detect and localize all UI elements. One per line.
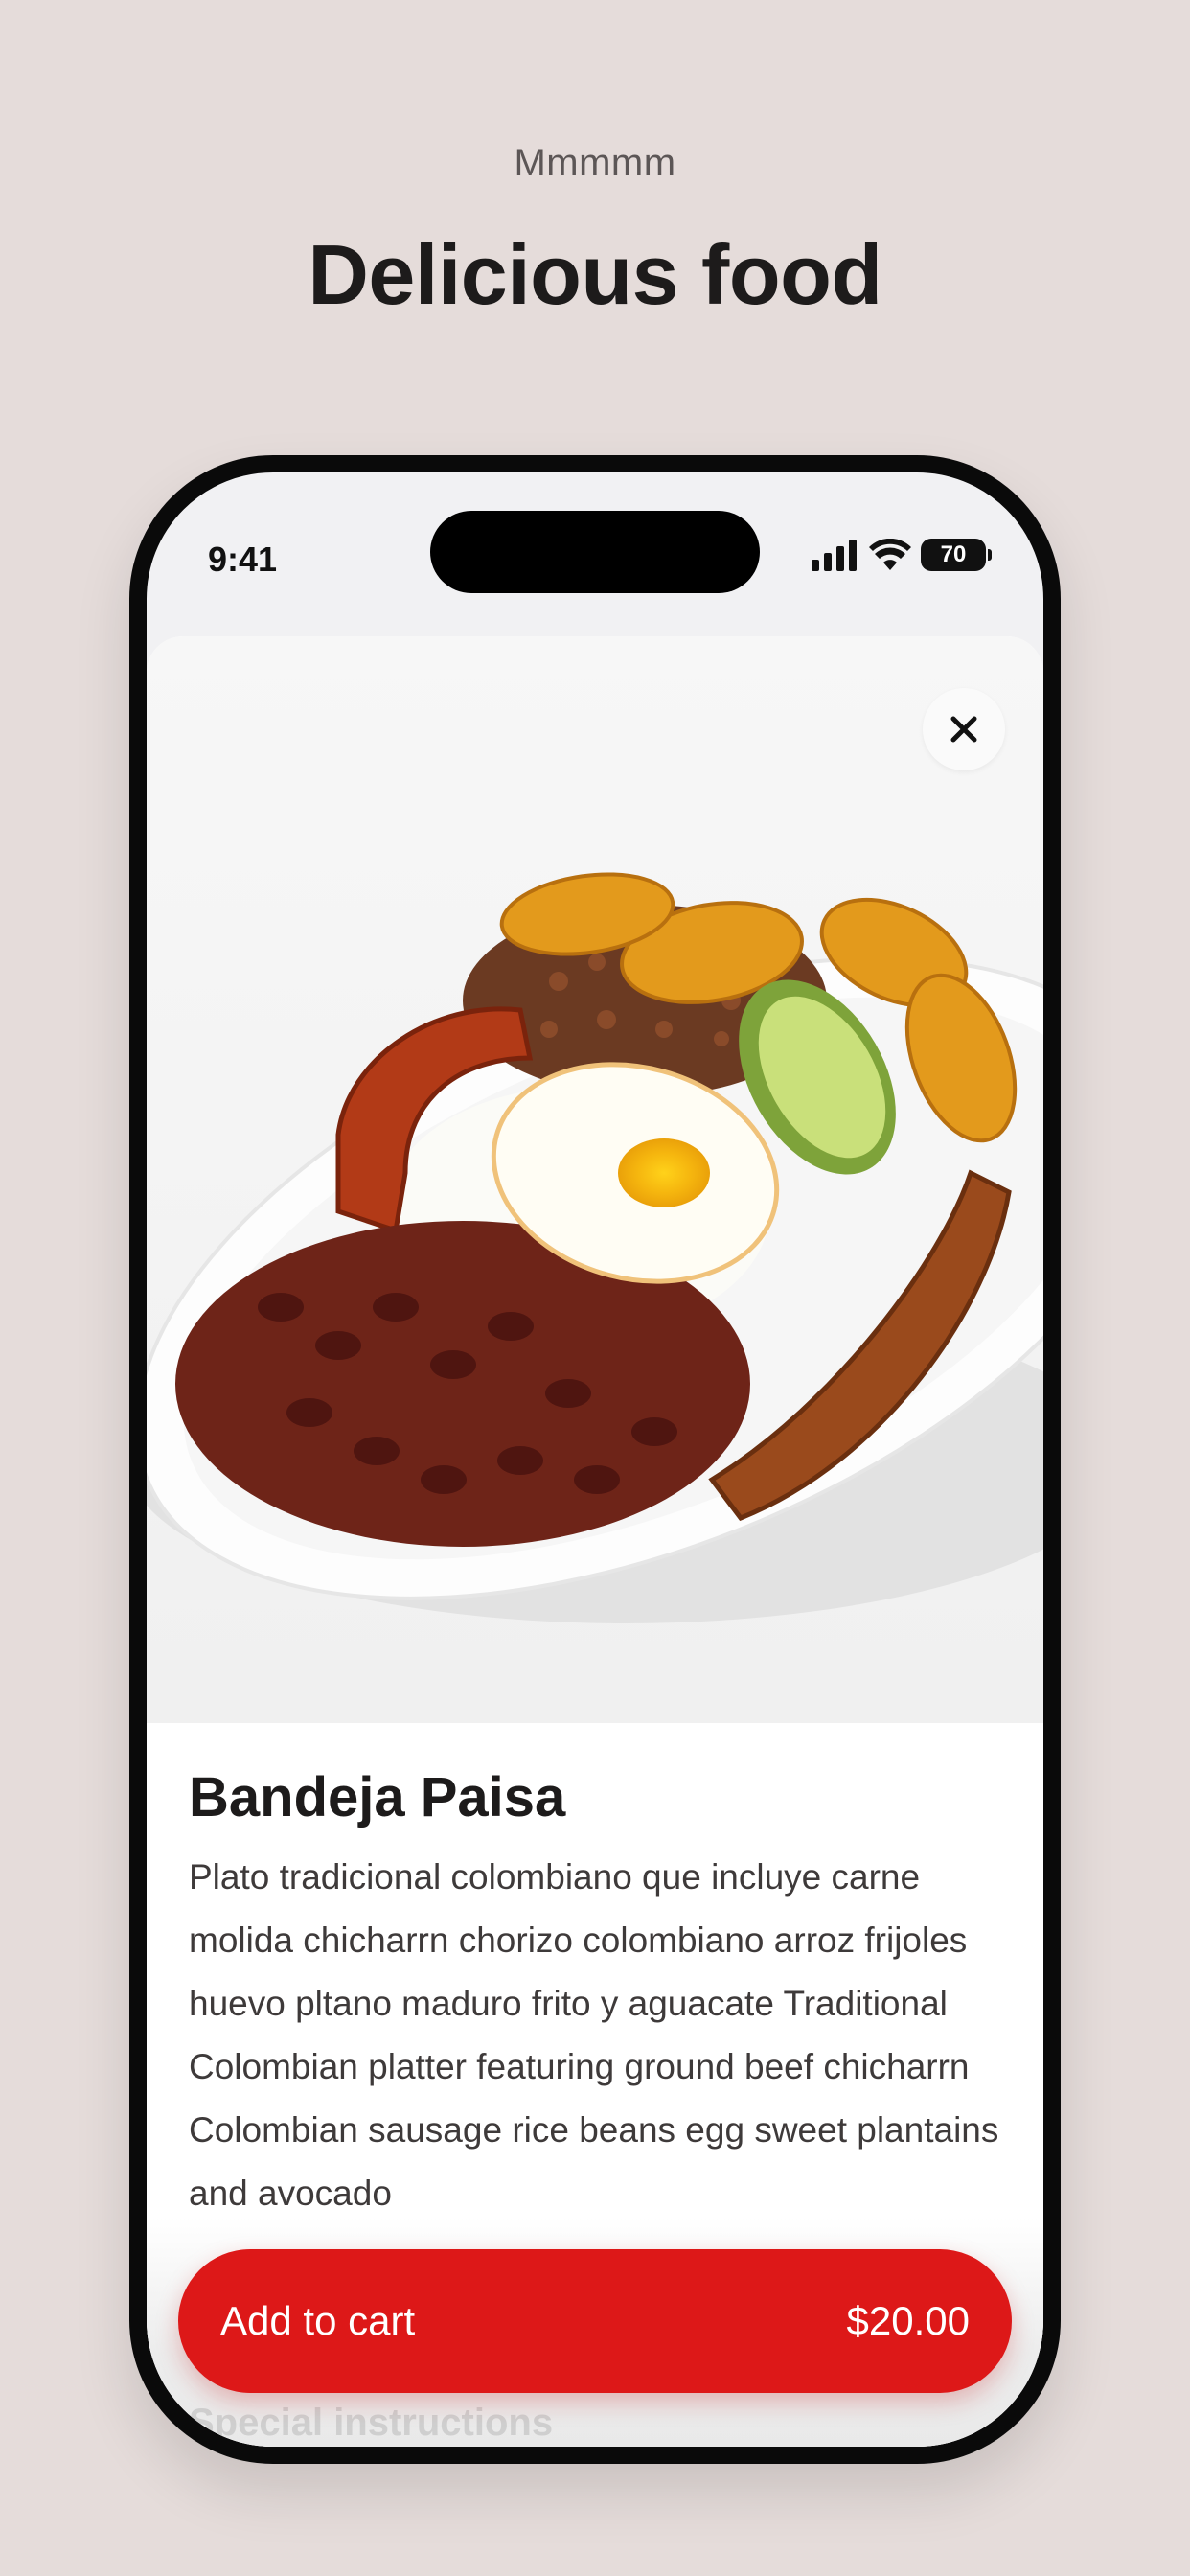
add-to-cart-label: Add to cart [220, 2298, 416, 2343]
product-sheet: Bandeja Paisa Plato tradicional colombia… [147, 636, 1043, 2447]
close-button[interactable] [923, 688, 1005, 770]
close-icon [950, 716, 977, 743]
battery-icon: 70 [921, 539, 992, 571]
status-time: 9:41 [208, 540, 278, 579]
phone-frame: 9:41 70 Bandeja Paisa Plato tradicional … [129, 455, 1061, 2464]
special-instructions-label: Special instructions [189, 2402, 554, 2444]
status-icons: 70 [810, 536, 992, 574]
cart-price: $20.00 [846, 2298, 970, 2343]
cellular-signal-icon [812, 540, 857, 571]
status-bar: 9:41 70 [147, 472, 1043, 616]
product-description: Plato tradicional colombiano que incluye… [189, 1857, 999, 2213]
food-plate-illustration [147, 872, 1043, 1623]
add-to-cart-button[interactable]: Add to cart $20.00 [178, 2249, 1012, 2393]
product-name: Bandeja Paisa [189, 1766, 566, 1828]
page-eyebrow: Mmmmm [514, 142, 676, 184]
wifi-icon [869, 539, 911, 570]
product-image [147, 636, 1043, 1723]
page-title: Delicious food [308, 227, 882, 322]
dynamic-island [430, 511, 760, 593]
